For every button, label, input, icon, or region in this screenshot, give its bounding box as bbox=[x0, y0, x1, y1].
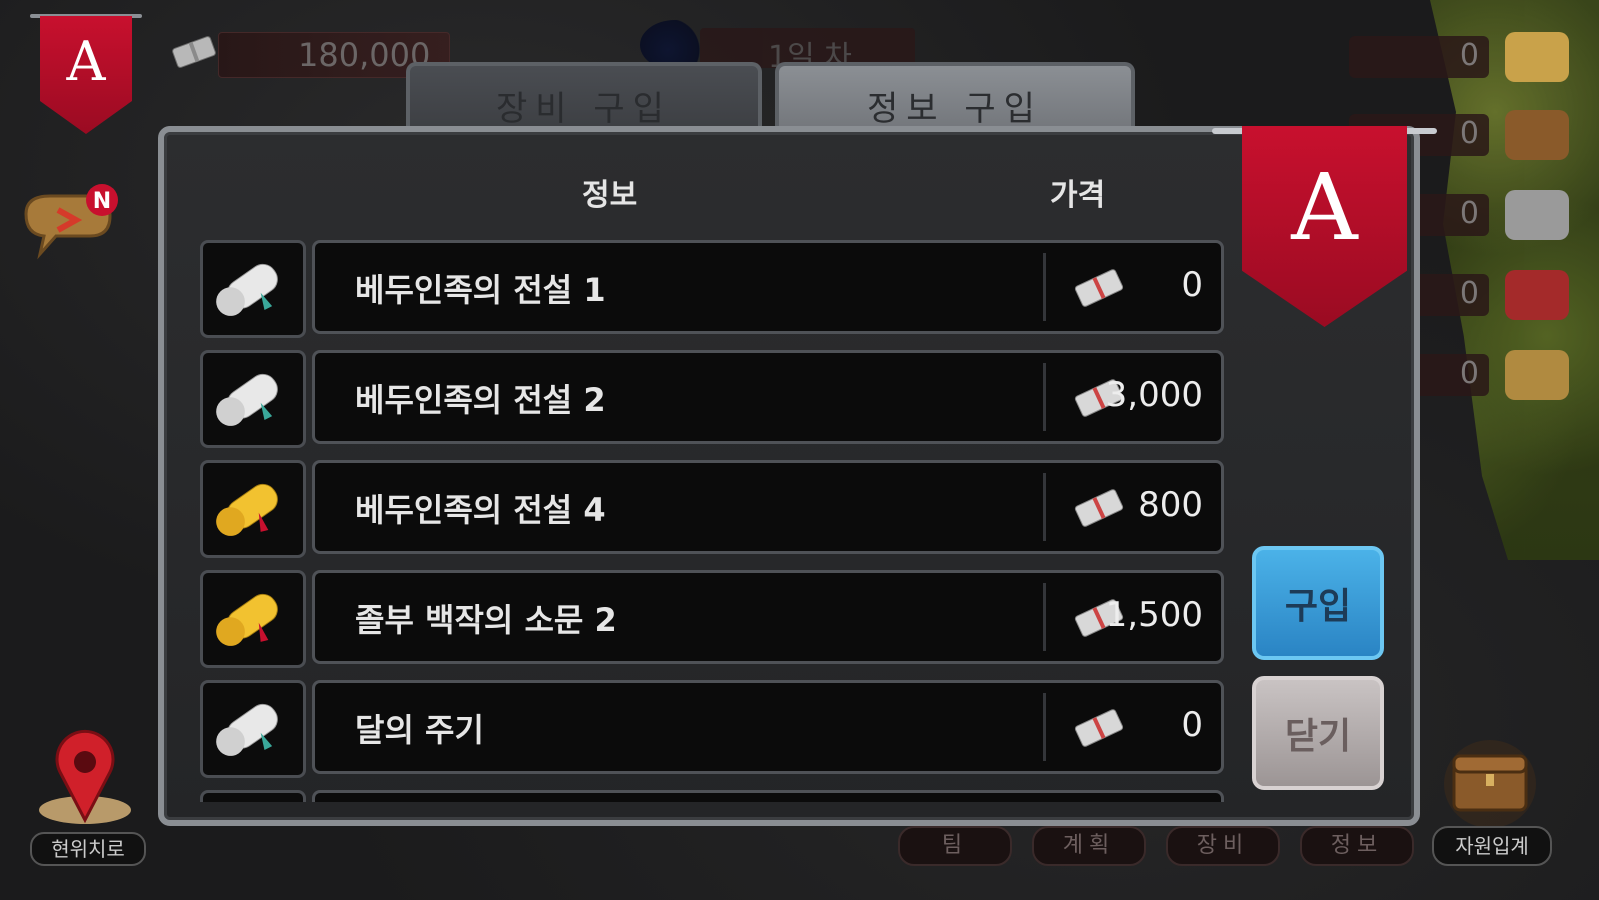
scroll-icon bbox=[200, 460, 306, 558]
list-item[interactable]: 달의 주기 0 bbox=[200, 680, 1224, 778]
item-price: 0 bbox=[1181, 705, 1203, 745]
close-button[interactable]: 닫기 bbox=[1252, 676, 1384, 790]
cash-icon bbox=[1074, 709, 1124, 747]
item-box: 베두인족의 전설 1 0 bbox=[312, 240, 1224, 334]
item-name: 베두인족의 전설 2 bbox=[355, 381, 606, 419]
item-price: 0 bbox=[1181, 265, 1203, 305]
nav-equip[interactable]: 장비 bbox=[1166, 826, 1280, 866]
cash-icon bbox=[172, 36, 216, 68]
notification-badge: N bbox=[93, 189, 111, 214]
divider bbox=[1043, 693, 1046, 761]
divider bbox=[1043, 363, 1046, 431]
stone-icon bbox=[1505, 190, 1569, 240]
list-item[interactable]: 베두인족의 전설 1 0 bbox=[200, 240, 1224, 338]
wood-icon bbox=[1505, 110, 1569, 160]
scroll-icon bbox=[200, 350, 306, 448]
item-price: 800 bbox=[1138, 485, 1203, 525]
item-box: 베두인족의 전설 2 3,000 bbox=[312, 350, 1224, 444]
divider bbox=[1043, 583, 1046, 651]
scroll-icon bbox=[200, 570, 306, 668]
list-item[interactable]: 베두인족의 전설 4 800 bbox=[200, 460, 1224, 558]
column-header-price: 가격 bbox=[1050, 178, 1106, 213]
cash-icon bbox=[1074, 489, 1124, 527]
current-location-label: 현위치로 bbox=[30, 832, 146, 866]
item-name: 베두인족의 전설 1 bbox=[355, 271, 606, 309]
list-item-partial bbox=[200, 790, 1224, 802]
item-name: 베두인족의 전설 4 bbox=[355, 491, 606, 529]
list-item[interactable]: 졸부 백작의 소문 2 1,500 bbox=[200, 570, 1224, 668]
meat-icon bbox=[1505, 270, 1569, 320]
column-header-info: 정보 bbox=[582, 178, 638, 213]
nav-plan[interactable]: 계획 bbox=[1032, 826, 1146, 866]
current-location-button[interactable]: 현위치로 bbox=[30, 724, 146, 866]
cash-icon bbox=[1074, 269, 1124, 307]
divider bbox=[1043, 473, 1046, 541]
shield-icon: A bbox=[40, 16, 132, 134]
buy-button[interactable]: 구입 bbox=[1252, 546, 1384, 660]
scroll-icon bbox=[200, 680, 306, 778]
item-price: 3,000 bbox=[1105, 375, 1203, 415]
grain-icon bbox=[1505, 350, 1569, 400]
faction-banner-small[interactable]: A bbox=[30, 12, 142, 134]
faction-banner: A bbox=[1212, 122, 1437, 327]
chat-icon[interactable]: N bbox=[20, 180, 130, 270]
nav-info[interactable]: 정보 bbox=[1300, 826, 1414, 866]
chest-icon[interactable] bbox=[1440, 734, 1540, 830]
item-price: 1,500 bbox=[1105, 595, 1203, 635]
item-name: 달의 주기 bbox=[355, 711, 484, 749]
item-name: 졸부 백작의 소문 2 bbox=[355, 601, 617, 639]
list-item[interactable]: 베두인족의 전설 2 3,000 bbox=[200, 350, 1224, 448]
divider bbox=[1043, 253, 1046, 321]
item-box: 베두인족의 전설 4 800 bbox=[312, 460, 1224, 554]
nav-team[interactable]: 팀 bbox=[898, 826, 1012, 866]
item-box: 졸부 백작의 소문 2 1,500 bbox=[312, 570, 1224, 664]
shield-icon: A bbox=[1242, 126, 1407, 327]
item-box: 달의 주기 0 bbox=[312, 680, 1224, 774]
gold-icon bbox=[1505, 32, 1569, 82]
resources-label[interactable]: 자원입계 bbox=[1432, 826, 1552, 866]
emblem-letter: A bbox=[1291, 154, 1358, 261]
resource-1: 0 bbox=[1349, 32, 1569, 82]
emblem-letter: A bbox=[66, 30, 106, 93]
map-pin-icon bbox=[39, 729, 131, 824]
scroll-icon bbox=[200, 240, 306, 338]
